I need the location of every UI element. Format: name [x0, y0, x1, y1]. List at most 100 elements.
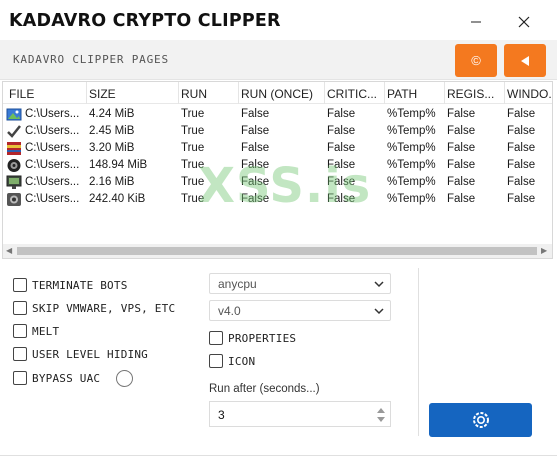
framework-select[interactable]: v4.0: [209, 300, 391, 321]
cell-registry: False: [447, 125, 476, 137]
properties-option[interactable]: PROPERTIES: [209, 330, 296, 346]
monitor-file-icon: [6, 175, 22, 189]
skip-vm-checkbox[interactable]: [13, 301, 27, 315]
bypass-uac-label: BYPASS UAC: [32, 371, 101, 385]
back-arrow-icon: [521, 55, 529, 66]
scrollbar-thumb[interactable]: [17, 247, 537, 255]
about-button[interactable]: ©: [455, 44, 497, 77]
properties-checkbox[interactable]: [209, 331, 223, 345]
build-button[interactable]: [429, 403, 532, 437]
melt-option[interactable]: MELT: [13, 323, 59, 339]
column-window[interactable]: WINDO...: [507, 87, 552, 101]
title-bar: KADAVRO CRYPTO CLIPPER: [0, 0, 557, 42]
image-file-icon: [6, 108, 22, 121]
cell-window: False: [507, 125, 536, 137]
close-button[interactable]: [506, 8, 542, 36]
cell-run-once: False: [241, 159, 270, 171]
cell-critical: False: [327, 108, 356, 120]
framework-select-value: v4.0: [218, 304, 241, 318]
cell-run: True: [181, 125, 205, 137]
cell-run: True: [181, 142, 205, 154]
skip-vm-label: SKIP VMWARE, VPS, ETC: [32, 301, 176, 315]
melt-label: MELT: [32, 324, 60, 338]
app-file-icon: [7, 193, 21, 206]
cell-size: 2.16 MiB: [89, 176, 135, 188]
run-after-input[interactable]: 3: [209, 401, 391, 427]
cell-critical: False: [327, 176, 356, 188]
minimize-icon: [471, 21, 481, 23]
terminate-bots-checkbox[interactable]: [13, 278, 27, 292]
cell-path: %Temp%: [387, 159, 436, 171]
run-after-value: 3: [218, 408, 225, 422]
column-critical[interactable]: CRITIC...: [327, 87, 381, 101]
platform-select[interactable]: anycpu: [209, 273, 391, 294]
cell-run: True: [181, 193, 205, 205]
cell-run-once: False: [241, 142, 270, 154]
cell-critical: False: [327, 193, 356, 205]
copyright-icon: ©: [471, 53, 481, 68]
bypass-uac-option[interactable]: BYPASS UAC: [13, 370, 100, 386]
column-file[interactable]: FILE: [9, 87, 83, 101]
cell-path: %Temp%: [387, 125, 436, 137]
table-row[interactable]: C:\Users... 4.24 MiB True False False %T…: [3, 106, 552, 123]
scroll-left-icon[interactable]: ◀: [6, 246, 12, 255]
user-level-hiding-option[interactable]: USER LEVEL HIDING: [13, 346, 148, 362]
cell-file: C:\Users...: [25, 193, 80, 205]
skip-vm-option[interactable]: SKIP VMWARE, VPS, ETC: [13, 300, 175, 316]
game-file-icon: [7, 159, 21, 172]
terminate-bots-label: TERMINATE BOTS: [32, 278, 128, 292]
table-header: FILE SIZE RUN RUN (ONCE) CRITIC... PATH …: [3, 82, 552, 104]
checkmark-file-icon: [7, 125, 21, 138]
files-table[interactable]: FILE SIZE RUN RUN (ONCE) CRITIC... PATH …: [2, 81, 553, 259]
cell-run-once: False: [241, 193, 270, 205]
bottom-divider: [0, 455, 557, 456]
platform-select-value: anycpu: [218, 277, 257, 291]
scroll-right-icon[interactable]: ▶: [541, 246, 547, 255]
icon-checkbox[interactable]: [209, 354, 223, 368]
cell-run-once: False: [241, 108, 270, 120]
column-path[interactable]: PATH: [387, 87, 441, 101]
cell-size: 242.40 KiB: [89, 193, 146, 205]
melt-checkbox[interactable]: [13, 324, 27, 338]
cell-run: True: [181, 108, 205, 120]
column-registry[interactable]: REGIS...: [447, 87, 501, 101]
chevron-down-icon: [374, 308, 384, 315]
table-row[interactable]: C:\Users... 242.40 KiB True False False …: [3, 191, 552, 208]
column-run-once[interactable]: RUN (ONCE): [241, 87, 321, 101]
back-button[interactable]: [504, 44, 546, 77]
table-row[interactable]: C:\Users... 2.45 MiB True False False %T…: [3, 123, 552, 140]
cell-run: True: [181, 176, 205, 188]
uac-method-radio[interactable]: [116, 370, 133, 387]
cell-registry: False: [447, 108, 476, 120]
cell-window: False: [507, 142, 536, 154]
bypass-uac-checkbox[interactable]: [13, 371, 27, 385]
table-row[interactable]: C:\Users... 3.20 MiB True False False %T…: [3, 140, 552, 157]
cell-file: C:\Users...: [25, 108, 80, 120]
cell-registry: False: [447, 193, 476, 205]
cell-file: C:\Users...: [25, 159, 80, 171]
cell-window: False: [507, 193, 536, 205]
panel-divider: [418, 268, 419, 436]
icon-label: ICON: [228, 354, 256, 368]
column-run[interactable]: RUN: [181, 87, 235, 101]
table-row[interactable]: C:\Users... 148.94 MiB True False False …: [3, 157, 552, 174]
properties-label: PROPERTIES: [228, 331, 297, 345]
close-icon: [518, 16, 530, 28]
cell-size: 148.94 MiB: [89, 159, 148, 171]
horizontal-scrollbar[interactable]: ◀ ▶: [3, 244, 552, 258]
chevron-down-icon: [374, 281, 384, 288]
cell-size: 2.45 MiB: [89, 125, 135, 137]
spinner-arrows-icon[interactable]: [376, 406, 386, 424]
pages-header: KADAVRO CLIPPER PAGES ©: [0, 40, 557, 80]
cell-run: True: [181, 159, 205, 171]
icon-option[interactable]: ICON: [209, 353, 255, 369]
cell-window: False: [507, 159, 536, 171]
user-level-hiding-checkbox[interactable]: [13, 347, 27, 361]
table-row[interactable]: C:\Users... 2.16 MiB True False False %T…: [3, 174, 552, 191]
cell-path: %Temp%: [387, 176, 436, 188]
cell-size: 4.24 MiB: [89, 108, 135, 120]
build-gear-icon: [472, 412, 489, 428]
terminate-bots-option[interactable]: TERMINATE BOTS: [13, 277, 128, 293]
minimize-button[interactable]: [458, 8, 494, 36]
column-size[interactable]: SIZE: [89, 87, 175, 101]
